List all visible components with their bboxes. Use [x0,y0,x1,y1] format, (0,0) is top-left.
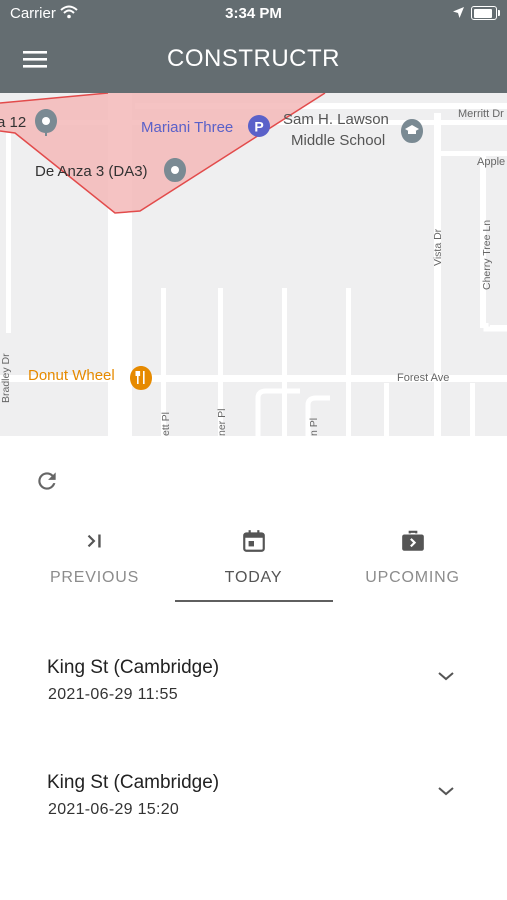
visit-datetime: 2021-06-29 11:55 [48,686,178,703]
tab-upcoming[interactable]: UPCOMING [333,520,492,602]
road [282,288,287,436]
chevron-down-icon[interactable] [436,669,456,683]
map-pin-icon[interactable] [164,158,186,182]
list-item[interactable]: King St (Cambridge) 2021-06-29 11:55 [0,657,507,757]
app-title: CONSTRUCTR [167,45,340,72]
map-label: ner Pl [216,408,228,436]
battery-icon [471,6,500,20]
map-label: Cherry Tree Ln [481,219,493,290]
tab-previous[interactable]: PREVIOUS [15,520,174,602]
map-label: a 12 [0,114,27,131]
restaurant-pin-icon[interactable] [130,366,152,390]
road [255,388,300,436]
upcoming-briefcase-icon [402,530,424,551]
road [470,383,475,436]
map-label: Donut Wheel [28,367,115,384]
status-time: 3:34 PM [225,5,282,22]
battery-level [473,8,492,18]
map-label: De Anza 3 (DA3) [35,163,148,180]
skip-next-icon [87,534,101,548]
svg-text:P: P [254,119,263,135]
road [346,288,351,436]
list-item[interactable]: King St (Cambridge) 2021-06-29 15:20 [0,772,507,872]
visit-location: King St (Cambridge) [47,772,220,793]
active-tab-indicator [175,600,333,602]
status-bar: Carrier 3:34 PM [0,0,507,28]
map-canvas: P [0,93,507,436]
visit-location: King St (Cambridge) [47,657,220,678]
map-label: Bradley Dr [0,353,12,403]
location-arrow-icon [453,7,464,18]
map-label: n Pl [308,417,320,436]
tab-label: UPCOMING [365,569,460,586]
chevron-down-icon[interactable] [436,784,456,798]
tab-label: TODAY [224,569,283,586]
road [434,113,441,436]
map-label: Apple [477,156,506,168]
refresh-icon[interactable] [34,468,60,494]
road [6,133,11,333]
app-header: Carrier 3:34 PM CONSTRUCTR [0,0,507,93]
calendar-today-icon [243,530,265,552]
map-label: Merritt Dr [458,108,504,120]
tab-label: PREVIOUS [49,569,140,586]
map-label: Forest Ave [397,372,450,384]
map-label: Mariani Three [141,119,234,136]
parking-icon[interactable]: P [248,115,270,137]
map-label: Middle School [291,132,386,149]
map-label: Vista Dr [432,228,444,266]
map-label: Sam H. Lawson [283,111,389,128]
road [384,383,389,436]
visit-datetime: 2021-06-29 15:20 [48,801,180,818]
school-pin-icon[interactable] [401,119,423,143]
tab-today[interactable]: TODAY [174,520,333,602]
map-label: ett Pl [160,412,172,436]
map-view[interactable]: P a 12 Mariani Three Sam H. Lawson Middl… [0,93,507,436]
